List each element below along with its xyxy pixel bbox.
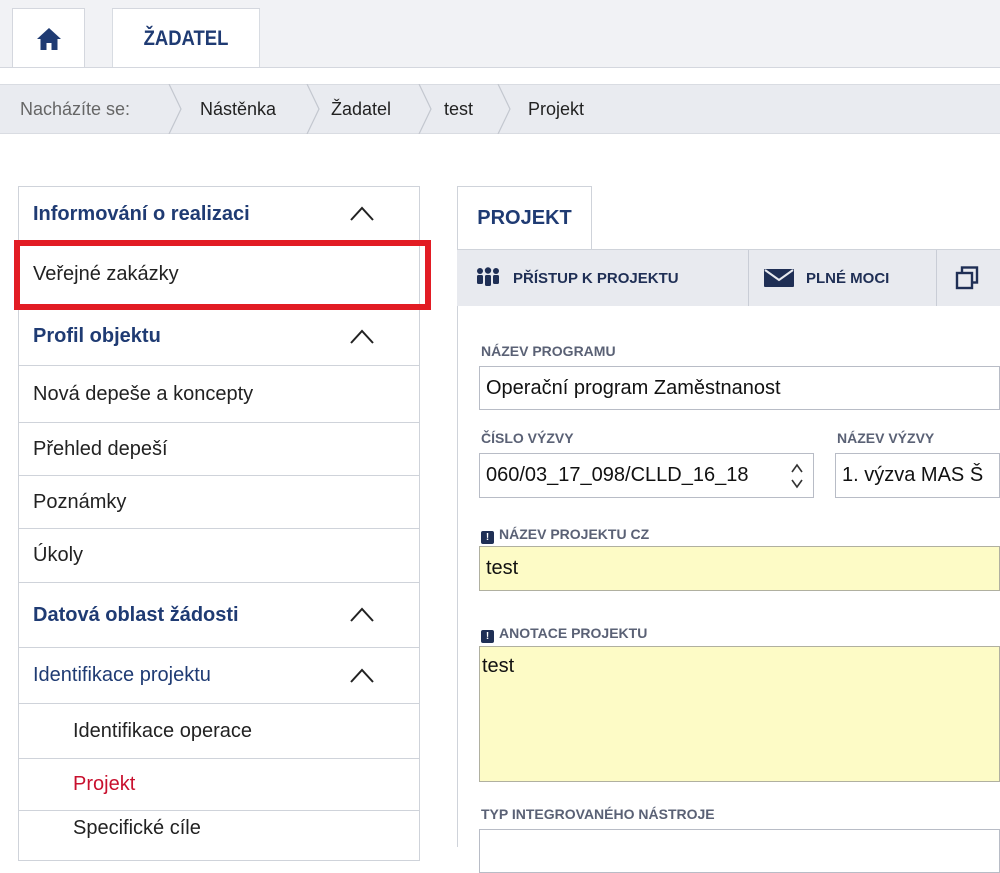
sidebar-item-projekt[interactable]: Projekt bbox=[18, 759, 420, 811]
annotation-field[interactable]: test bbox=[479, 646, 1000, 782]
toolbar-separator bbox=[748, 250, 749, 306]
envelope-icon bbox=[764, 269, 794, 287]
breadcrumb-item-nastenka[interactable]: Nástěnka bbox=[200, 84, 276, 134]
project-name-label-text: NÁZEV PROJEKTU CZ bbox=[499, 526, 650, 542]
integrated-tool-field[interactable] bbox=[479, 829, 1000, 873]
sidebar-item-label: Profil objektu bbox=[33, 325, 161, 347]
required-icon: ! bbox=[481, 630, 494, 643]
users-icon bbox=[477, 267, 499, 286]
breadcrumb-separator bbox=[418, 84, 432, 134]
highlight-box bbox=[14, 240, 431, 310]
proxy-button[interactable]: PLNÉ MOCI bbox=[764, 250, 889, 306]
chevron-up-icon[interactable] bbox=[349, 327, 375, 345]
sidebar-item-label: Úkoly bbox=[33, 544, 84, 566]
program-name-field[interactable]: Operační program Zaměstnanost bbox=[479, 366, 1000, 410]
sidebar-section-informovani[interactable]: Informování o realizaci bbox=[18, 186, 420, 242]
proxy-label: PLNÉ MOCI bbox=[806, 269, 890, 287]
call-name-field[interactable]: 1. výzva MAS Š bbox=[835, 453, 1000, 498]
sidebar-item-prehled-depesi[interactable]: Přehled depeší bbox=[18, 423, 420, 476]
zadatel-tab[interactable]: ŽADATEL bbox=[112, 8, 260, 68]
project-name-label: ! NÁZEV PROJEKTU CZ bbox=[481, 526, 649, 544]
sidebar-item-specificke-cile[interactable]: Specifické cíle bbox=[18, 811, 420, 861]
tab-projekt[interactable]: PROJEKT bbox=[457, 186, 592, 250]
project-name-field[interactable]: test bbox=[479, 546, 1000, 591]
call-number-value: 060/03_17_098/CLLD_16_18 bbox=[486, 464, 749, 486]
sidebar-item-label: Identifikace projektu bbox=[33, 664, 211, 686]
sidebar-section-profil-objektu[interactable]: Profil objektu bbox=[18, 308, 420, 366]
call-name-label: NÁZEV VÝZVY bbox=[837, 430, 935, 446]
breadcrumb-separator bbox=[168, 84, 182, 134]
copy-button[interactable] bbox=[955, 250, 979, 306]
home-icon bbox=[36, 27, 61, 50]
breadcrumb-separator bbox=[306, 84, 320, 134]
program-name-label: NÁZEV PROGRAMU bbox=[481, 343, 616, 359]
sidebar-item-label: Nová depeše a koncepty bbox=[33, 382, 254, 405]
panel-border bbox=[457, 306, 458, 847]
chevron-up-icon[interactable] bbox=[349, 605, 375, 623]
sidebar-item-label: Poznámky bbox=[33, 490, 127, 513]
sidebar-item-identifikace-projektu[interactable]: Identifikace projektu bbox=[18, 648, 420, 704]
sidebar-item-nova-depese[interactable]: Nová depeše a koncepty bbox=[18, 366, 420, 423]
sidebar-item-poznamky[interactable]: Poznámky bbox=[18, 476, 420, 529]
chevron-up-icon[interactable] bbox=[349, 204, 375, 222]
sidebar-item-label: Datová oblast žádosti bbox=[33, 603, 239, 626]
call-number-label: ČÍSLO VÝZVY bbox=[481, 430, 574, 446]
breadcrumb-prefix: Nacházíte se: bbox=[20, 98, 131, 119]
sidebar-item-label: Informování o realizaci bbox=[33, 202, 250, 225]
sidebar-section-datova-oblast[interactable]: Datová oblast žádosti bbox=[18, 583, 420, 648]
sidebar-item-label: Identifikace operace bbox=[73, 719, 253, 742]
sidebar-item-identifikace-operace[interactable]: Identifikace operace bbox=[18, 704, 420, 759]
copy-icon bbox=[955, 266, 979, 290]
required-icon: ! bbox=[481, 531, 494, 544]
chevron-up-icon[interactable] bbox=[349, 666, 375, 684]
sidebar-item-label: Projekt bbox=[73, 773, 136, 795]
annotation-label: ! ANOTACE PROJEKTU bbox=[481, 625, 647, 643]
stepper-icon[interactable] bbox=[789, 460, 805, 492]
access-to-project-button[interactable]: PŘÍSTUP K PROJEKTU bbox=[475, 250, 679, 306]
integrated-tool-label: TYP INTEGROVANÉHO NÁSTROJE bbox=[481, 806, 715, 822]
toolbar-separator bbox=[936, 250, 937, 306]
sidebar-item-label: Specifické cíle bbox=[73, 817, 201, 839]
breadcrumb-item-test[interactable]: test bbox=[444, 84, 473, 134]
call-number-field[interactable]: 060/03_17_098/CLLD_16_18 bbox=[479, 453, 814, 498]
sidebar-item-label: Přehled depeší bbox=[33, 437, 168, 460]
breadcrumb-separator bbox=[497, 84, 511, 134]
annotation-label-text: ANOTACE PROJEKTU bbox=[499, 625, 648, 641]
top-divider bbox=[0, 67, 1000, 68]
home-button[interactable] bbox=[12, 8, 85, 68]
breadcrumb-item-zadatel[interactable]: Žadatel bbox=[331, 84, 391, 134]
access-label: PŘÍSTUP K PROJEKTU bbox=[513, 269, 679, 287]
sidebar-item-ukoly[interactable]: Úkoly bbox=[18, 529, 420, 583]
breadcrumb-item-projekt: Projekt bbox=[528, 98, 585, 119]
